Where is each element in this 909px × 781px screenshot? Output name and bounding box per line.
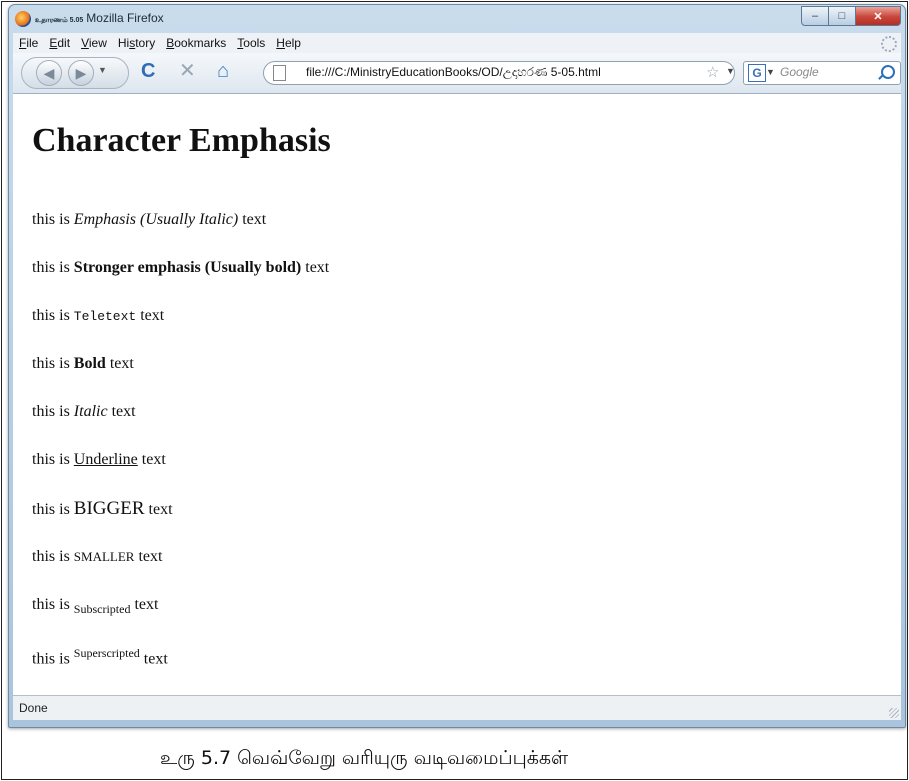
line-suffix: text bbox=[301, 259, 330, 276]
minimize-button[interactable]: – bbox=[801, 6, 829, 26]
menu-tools[interactable]: Tools bbox=[237, 36, 265, 50]
window-controls: – □ ✕ bbox=[801, 6, 901, 26]
status-bar: Done bbox=[13, 695, 901, 720]
resize-grip-icon[interactable] bbox=[889, 708, 899, 718]
line-suffix: text bbox=[137, 451, 166, 468]
smaller-text: SMALLER bbox=[73, 549, 135, 564]
line-prefix: this is bbox=[32, 211, 74, 228]
menu-bookmarks[interactable]: Bookmarks bbox=[166, 36, 226, 50]
line-bold: this is Bold text bbox=[32, 355, 134, 373]
line-suffix: text bbox=[107, 403, 136, 420]
page-icon bbox=[273, 65, 286, 81]
throbber-icon bbox=[881, 36, 897, 52]
menu-bar: File Edit View History Bookmarks Tools H… bbox=[13, 33, 901, 53]
line-suffix: text bbox=[144, 501, 173, 518]
line-suffix: text bbox=[134, 548, 163, 565]
forward-button[interactable]: ▶ bbox=[68, 60, 94, 86]
search-box[interactable]: G ▼ Google bbox=[743, 61, 901, 85]
history-dropdown-icon[interactable]: ▼ bbox=[98, 65, 107, 75]
line-prefix: this is bbox=[32, 403, 74, 420]
bigger-text: BIGGER bbox=[73, 498, 145, 519]
browser-window: உதாரணம் 5.05 Mozilla Firefox – □ ✕ File E… bbox=[8, 4, 906, 728]
teletext-text: Teletext bbox=[73, 309, 137, 324]
emphasis-text: Emphasis (Usually Italic) bbox=[73, 211, 239, 228]
line-superscript: this is Superscripted text bbox=[32, 646, 168, 668]
page-content: Character Emphasis this is Emphasis (Usu… bbox=[13, 94, 901, 695]
bookmark-star-icon[interactable]: ☆ bbox=[706, 63, 719, 81]
url-dropdown-icon[interactable]: ▼ bbox=[726, 66, 735, 76]
status-text: Done bbox=[19, 701, 48, 715]
address-bar[interactable]: file:///C:/MinistryEducationBooks/OD/උදා… bbox=[263, 61, 735, 85]
line-prefix: this is bbox=[32, 451, 74, 468]
close-button[interactable]: ✕ bbox=[855, 6, 901, 26]
line-suffix: text bbox=[136, 307, 165, 324]
search-icon[interactable] bbox=[881, 65, 895, 79]
maximize-button[interactable]: □ bbox=[828, 6, 856, 26]
line-prefix: this is bbox=[32, 501, 74, 518]
line-suffix: text bbox=[105, 355, 134, 372]
line-strong: this is Stronger emphasis (Usually bold)… bbox=[32, 259, 329, 277]
figure-caption: உரு 5.7 வெவ்வேறு வரியுரு வடிவமைப்புக்கள் bbox=[160, 747, 569, 769]
page-heading: Character Emphasis bbox=[32, 122, 331, 159]
line-suffix: text bbox=[130, 596, 159, 613]
bold-text: Bold bbox=[73, 355, 106, 372]
line-prefix: this is bbox=[32, 596, 74, 613]
italic-text: Italic bbox=[73, 403, 108, 420]
back-forward-group: ◀ ▶ ▼ bbox=[21, 57, 129, 89]
firefox-icon bbox=[15, 11, 31, 27]
reload-icon[interactable]: C bbox=[141, 61, 155, 81]
underline-text: Underline bbox=[73, 451, 138, 468]
back-button[interactable]: ◀ bbox=[36, 60, 62, 86]
menu-history[interactable]: History bbox=[118, 36, 155, 50]
menu-help[interactable]: Help bbox=[276, 36, 301, 50]
line-teletext: this is Teletext text bbox=[32, 307, 164, 325]
menu-file[interactable]: File bbox=[19, 36, 38, 50]
line-prefix: this is bbox=[32, 650, 74, 668]
line-italic: this is Italic text bbox=[32, 403, 136, 421]
search-engine-dropdown-icon[interactable]: ▼ bbox=[766, 67, 775, 77]
google-icon[interactable]: G bbox=[748, 64, 766, 82]
navigation-toolbar: ◀ ▶ ▼ C ✕ ⌂ file:///C:/MinistryEducation… bbox=[13, 53, 901, 94]
menu-edit[interactable]: Edit bbox=[49, 36, 70, 50]
line-underline: this is Underline text bbox=[32, 451, 166, 469]
strong-text: Stronger emphasis (Usually bold) bbox=[73, 259, 302, 276]
subscript-text: Subscripted bbox=[73, 602, 131, 617]
line-suffix: text bbox=[139, 650, 168, 668]
search-input[interactable]: Google bbox=[780, 65, 819, 79]
line-suffix: text bbox=[238, 211, 267, 228]
app-name: Mozilla Firefox bbox=[86, 11, 164, 25]
superscript-text: Superscripted bbox=[73, 646, 140, 660]
line-prefix: this is bbox=[32, 548, 74, 565]
line-prefix: this is bbox=[32, 307, 74, 324]
line-prefix: this is bbox=[32, 355, 74, 372]
line-subscript: this is Subscripted text bbox=[32, 596, 158, 617]
line-prefix: this is bbox=[32, 259, 74, 276]
menu-view[interactable]: View bbox=[81, 36, 107, 50]
title-bar: உதாரணம் 5.05 Mozilla Firefox – □ ✕ bbox=[9, 5, 905, 33]
figure-frame: உதாரணம் 5.05 Mozilla Firefox – □ ✕ File E… bbox=[1, 1, 908, 780]
line-bigger: this is BIGGER text bbox=[32, 498, 173, 520]
stop-icon[interactable]: ✕ bbox=[179, 61, 196, 81]
window-title: உதாரணம் 5.05 Mozilla Firefox bbox=[35, 11, 164, 25]
line-smaller: this is SMALLER text bbox=[32, 548, 162, 566]
home-icon[interactable]: ⌂ bbox=[217, 61, 229, 81]
page-title: உதாரணம் 5.05 bbox=[35, 17, 84, 24]
url-text[interactable]: file:///C:/MinistryEducationBooks/OD/උදා… bbox=[306, 65, 601, 80]
line-emphasis: this is Emphasis (Usually Italic) text bbox=[32, 211, 266, 229]
